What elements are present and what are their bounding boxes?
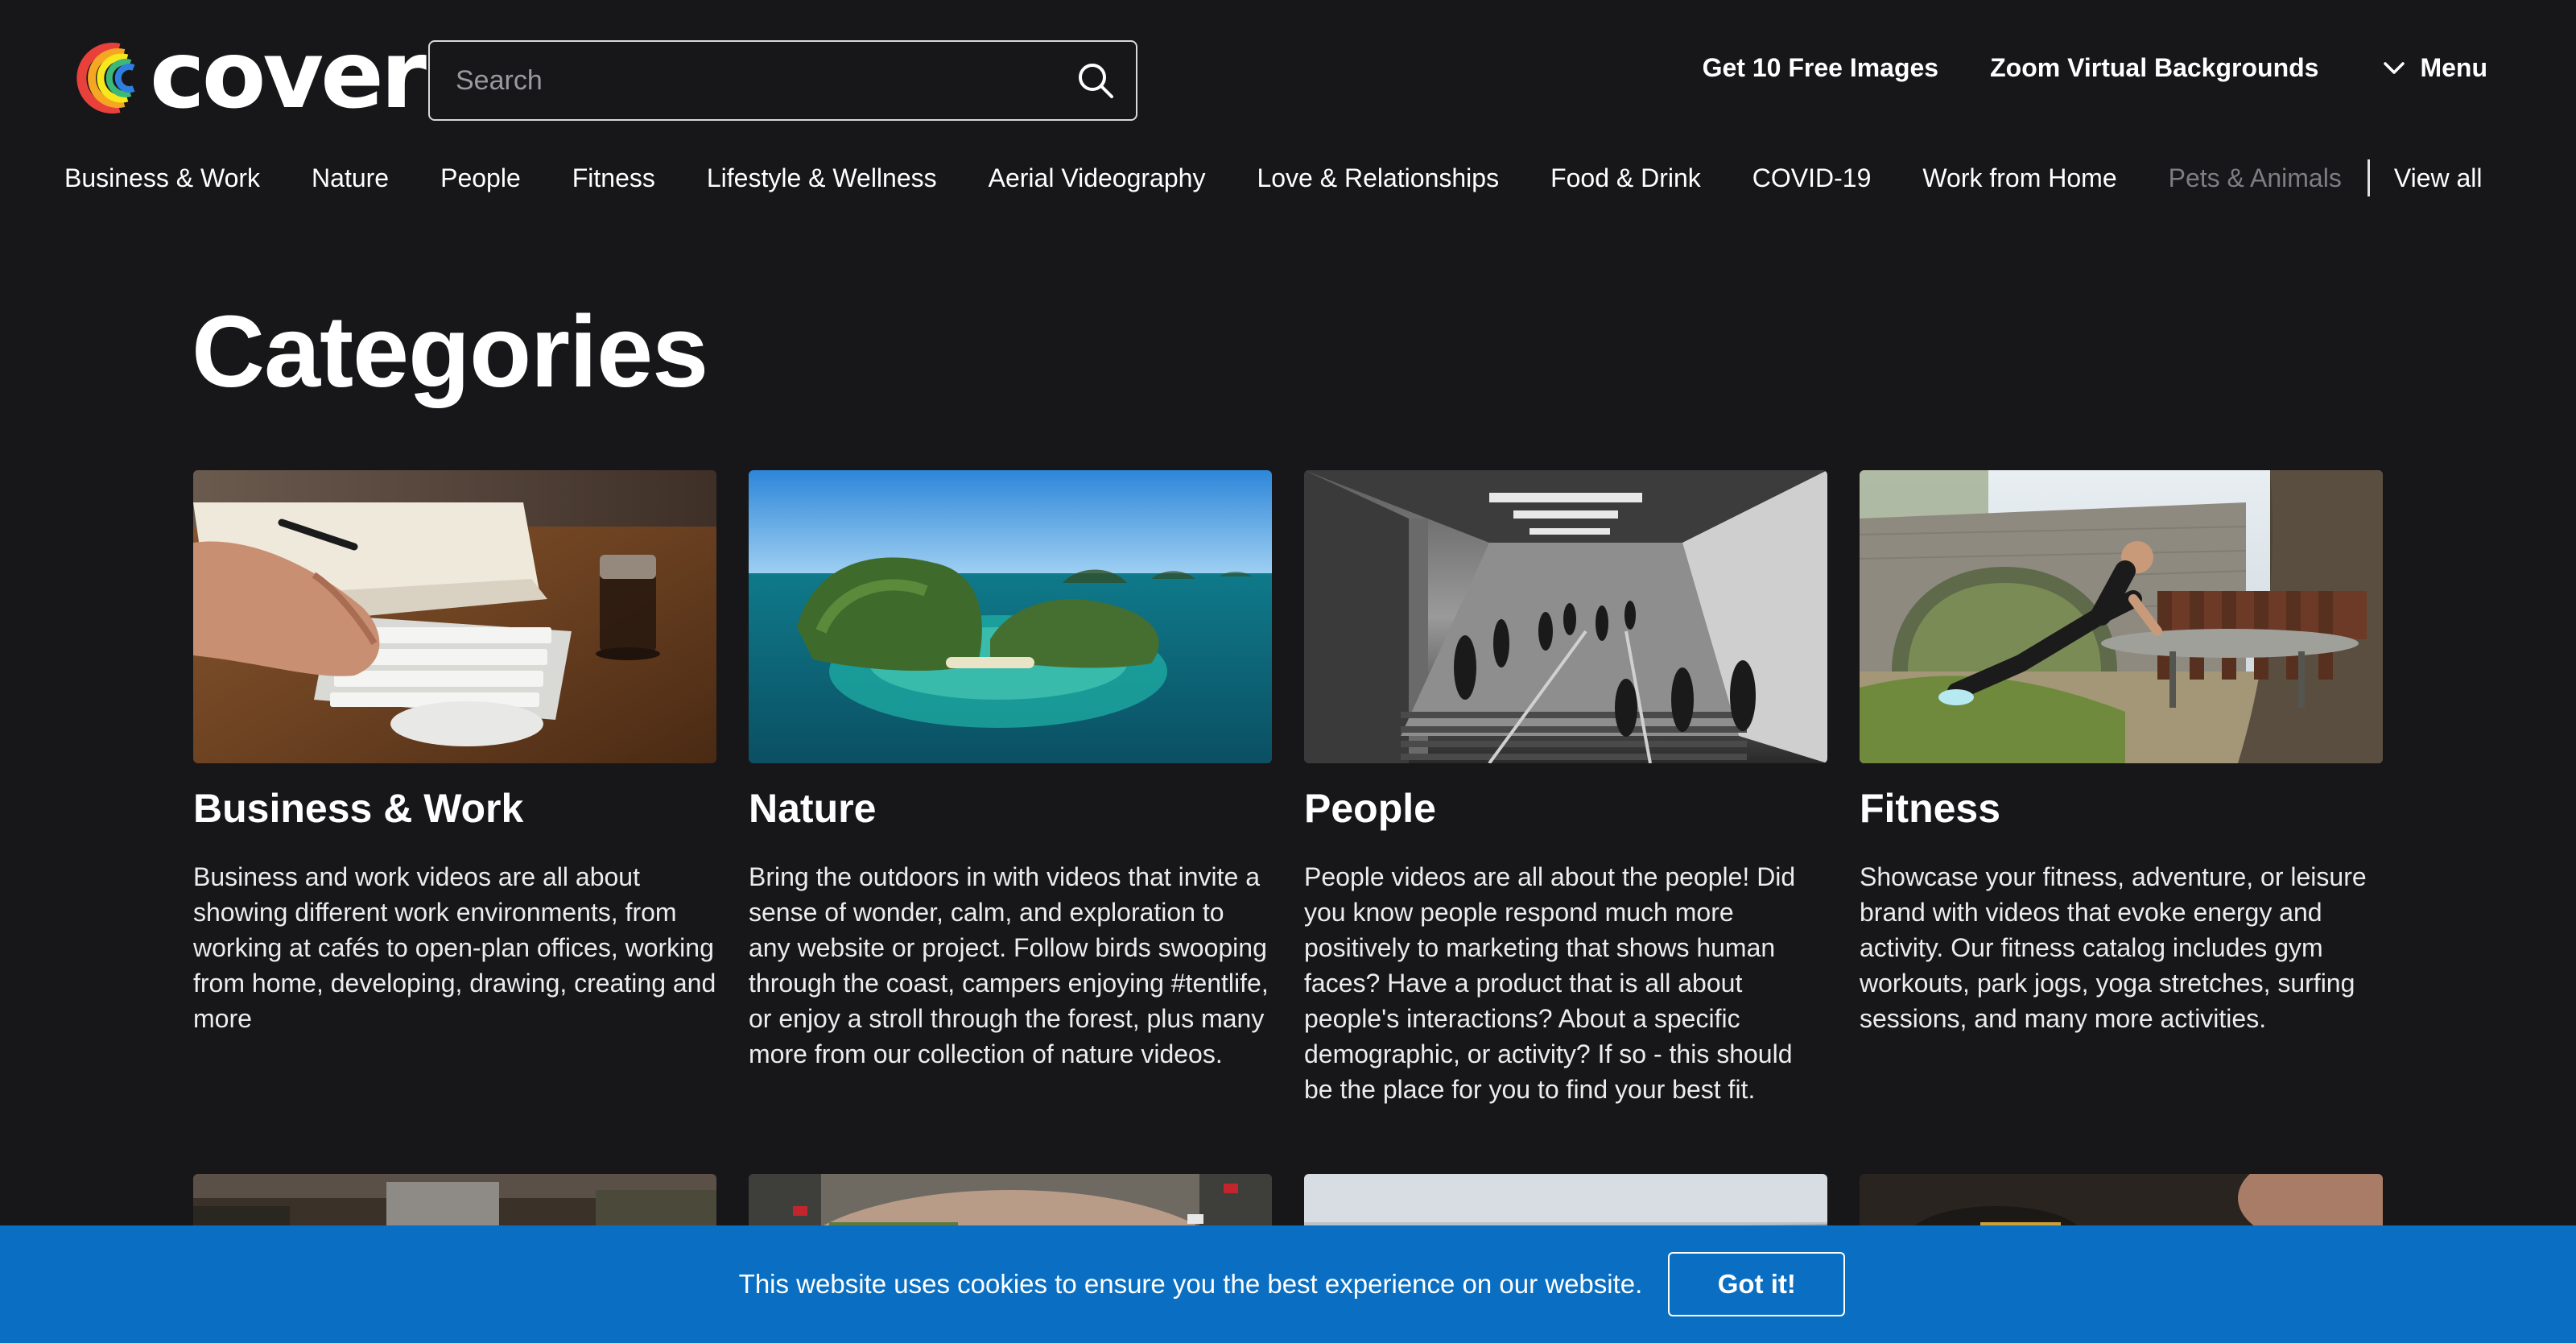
fitness-image bbox=[1860, 470, 2383, 763]
nav-item-covid-19[interactable]: COVID-19 bbox=[1752, 163, 1872, 193]
menu-label: Menu bbox=[2420, 53, 2487, 82]
category-description: Showcase your fitness, adventure, or lei… bbox=[1860, 862, 2367, 1033]
nav-item-people[interactable]: People bbox=[440, 163, 521, 193]
business-work-thumbnail[interactable] bbox=[193, 470, 716, 763]
people-thumbnail[interactable] bbox=[1304, 470, 1827, 763]
cookie-accept-button[interactable]: Got it! bbox=[1668, 1252, 1846, 1316]
category-card-business-work: Business & Work Business and work videos… bbox=[193, 470, 716, 1036]
rainbow-c-logo-icon bbox=[76, 43, 135, 114]
category-card-nature: Nature Bring the outdoors in with videos… bbox=[749, 470, 1272, 1072]
nav-item-business-work[interactable]: Business & Work bbox=[64, 163, 260, 193]
business-work-image bbox=[193, 470, 716, 763]
nav-divider bbox=[2367, 159, 2370, 196]
category-card-people: People People videos are all about the p… bbox=[1304, 470, 1827, 1107]
category-title[interactable]: Fitness bbox=[1860, 783, 2383, 835]
category-card-fitness: Fitness Showcase your fitness, adventure… bbox=[1860, 470, 2383, 1036]
zoom-backgrounds-link[interactable]: Zoom Virtual Backgrounds bbox=[1990, 53, 2318, 83]
search-box bbox=[428, 40, 1137, 121]
cookie-banner: This website uses cookies to ensure you … bbox=[0, 1225, 2576, 1343]
coverr-logo[interactable]: coverr bbox=[63, 29, 469, 122]
search-icon bbox=[1079, 64, 1113, 98]
category-title[interactable]: Business & Work bbox=[193, 783, 716, 835]
category-description: Business and work videos are all about s… bbox=[193, 862, 716, 1033]
fitness-thumbnail[interactable] bbox=[1860, 470, 2383, 763]
nav-item-lifestyle-wellness[interactable]: Lifestyle & Wellness bbox=[707, 163, 937, 193]
free-images-link[interactable]: Get 10 Free Images bbox=[1703, 53, 1938, 83]
page-title: Categories bbox=[192, 295, 708, 408]
nav-item-fitness[interactable]: Fitness bbox=[572, 163, 655, 193]
nav-item-aerial-videography[interactable]: Aerial Videography bbox=[989, 163, 1206, 193]
search-button[interactable] bbox=[1055, 42, 1136, 119]
view-all-link[interactable]: View all bbox=[2394, 163, 2483, 193]
category-description: Bring the outdoors in with videos that i… bbox=[749, 862, 1269, 1068]
nav-item-love-relationships[interactable]: Love & Relationships bbox=[1257, 163, 1499, 193]
nav-item-food-drink[interactable]: Food & Drink bbox=[1550, 163, 1701, 193]
site-header: coverr Get 10 Free Images Zoom Virtual B… bbox=[0, 0, 2576, 196]
menu-button[interactable]: Menu bbox=[2383, 53, 2487, 83]
logo-wordmark: coverr bbox=[150, 21, 469, 130]
category-nav: Business & Work Nature People Fitness Li… bbox=[64, 158, 2512, 198]
nature-thumbnail[interactable] bbox=[749, 470, 1272, 763]
nav-item-work-from-home[interactable]: Work from Home bbox=[1922, 163, 2116, 193]
category-title[interactable]: Nature bbox=[749, 783, 1272, 835]
chevron-down-icon bbox=[2384, 61, 2405, 74]
category-title[interactable]: People bbox=[1304, 783, 1827, 835]
people-image bbox=[1304, 470, 1827, 763]
nav-item-nature[interactable]: Nature bbox=[312, 163, 389, 193]
cookie-message: This website uses cookies to ensure you … bbox=[738, 1269, 1643, 1299]
nav-item-pets-animals[interactable]: Pets & Animals bbox=[2169, 163, 2342, 193]
nature-image bbox=[749, 470, 1272, 763]
top-links: Get 10 Free Images Zoom Virtual Backgrou… bbox=[1651, 53, 2487, 83]
category-description: People videos are all about the people! … bbox=[1304, 862, 1796, 1104]
search-input[interactable] bbox=[430, 42, 1055, 119]
